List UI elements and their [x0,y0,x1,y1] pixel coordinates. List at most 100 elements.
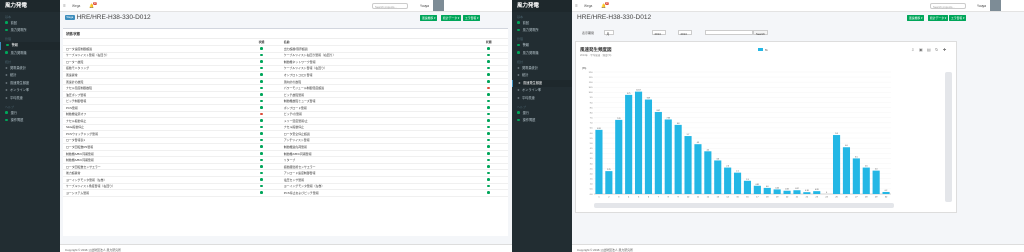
data-label: 3.5 [855,156,858,158]
status-indicator-icon [487,93,491,96]
list-icon: ≡ [5,73,8,77]
bar [842,147,851,194]
sidebar-item-issues[interactable]: 操作問題 [512,117,572,125]
status-indicator-icon [260,99,263,103]
bar [852,158,860,194]
y-tick-label: 5.0 [590,143,594,145]
sidebar-item-windfarm[interactable]: 風力発電所 [512,27,572,35]
status-indicator-icon [487,191,491,194]
chart-title: 風速発生頻度図 [580,46,612,53]
search-input[interactable]: Search projects... [930,3,966,9]
y-tick-label: 10.0 [589,92,594,94]
wind-trend-button[interactable]: 風速推移 ▾ [420,15,438,21]
page-title: HRE/HRE-H38-330-D012 [577,14,651,22]
status-dot-icon [517,111,520,114]
y-tick-label: 10.5 [589,87,594,89]
status-indicator-icon [260,145,263,149]
user-name[interactable]: Yuuya [420,4,429,8]
date-input[interactable] [705,30,753,35]
bar [743,180,752,194]
sidebar-section-basic: 基本 [517,14,524,19]
data-label: 0.81 [756,184,760,186]
x-tick-label: 9 [678,197,680,199]
sidebar-item-operation[interactable]: 運行 [0,110,60,118]
sidebar-item-online-rate[interactable]: ≡ オンライン率 [512,87,572,95]
menu-toggle-icon[interactable]: ☰ [575,4,578,8]
sidebar-item-stats[interactable]: ≡ 統計 [0,72,60,80]
avatar[interactable] [433,0,444,11]
month-select[interactable]: 2014 [678,30,692,36]
sidebar-item-wind-frequency[interactable]: ≡ 風速発生頻度 [0,80,60,88]
brand-title: 風力発電 [0,0,60,12]
x-tick-label: 12 [707,197,710,199]
bar [872,170,880,194]
brand-title: 風力発電 [512,0,572,12]
data-label: 0.6 [766,186,769,188]
stats-data-button[interactable]: 統計データ ▾ [441,15,462,21]
search-input[interactable]: Search projects... [372,3,408,9]
sidebar-item-avg-wind[interactable]: ≡ 平均風速 [0,95,60,103]
horizontal-scrollbar[interactable] [594,203,894,208]
sidebar: 風力発電 基本 前回 風力発電所 管理 警報 風力発電機 統計 ≡ 発電量統計 ≡… [0,0,60,252]
sidebar-item-windfarm[interactable]: 風力発電所 [0,27,60,35]
y-tick-label: 4.5 [590,148,594,150]
menu-toggle-icon[interactable]: ☰ [63,4,66,8]
sidebar-item-alarm[interactable]: 警報 [0,42,60,50]
stats-data-button[interactable]: 統計データ ▾ [928,15,949,21]
sidebar-item-issues[interactable]: 操作問題 [0,117,60,125]
user-name[interactable]: Yuuya [977,4,986,8]
table-row: ヨーシステム警報 PCS停止およびピッチ警報 [63,189,508,197]
x-tick-label: 17 [756,197,759,199]
status-dot-icon [517,51,520,54]
data-label: 2.6 [865,166,868,168]
sidebar-section-admin: 管理 [5,37,12,41]
sidebar-item-turbine[interactable]: 風力発電機 [512,50,572,58]
x-tick-label: 20 [786,197,789,199]
bar [724,167,732,194]
status-indicator-icon [260,171,263,175]
project-menu[interactable]: Wega [584,4,592,8]
sidebar-item-turbine[interactable]: 風力発電機 [0,50,60,58]
project-menu[interactable]: Wega [72,4,80,8]
wind-trend-button[interactable]: 風速推移 ▾ [907,15,925,21]
vertical-scrollbar[interactable] [945,72,952,202]
status-indicator-icon [487,112,491,116]
data-label: 2.3 [875,169,878,171]
sidebar-item-operation[interactable]: 運行 [512,110,572,118]
bar [674,124,682,194]
filter-bar [575,26,1020,38]
sidebar-item-stats[interactable]: ≡ 統計 [512,72,572,80]
year-select[interactable]: 2014 [652,30,666,36]
sidebar-item-alarm[interactable]: 警報 [512,42,572,50]
data-label: 6.31 [597,128,601,130]
x-tick-label: 24 [825,197,828,199]
sidebar-item-previous[interactable]: 前回 [512,20,572,28]
y-tick-label: 9.0 [590,102,594,104]
x-tick-label: 15 [736,197,739,199]
sidebar-item-online-rate[interactable]: ≡ オンライン率 [0,87,60,95]
data-label: 5.7 [687,134,690,136]
sidebar-item-power-stats[interactable]: ≡ 発電量統計 [512,65,572,73]
list-icon: ≡ [5,88,8,92]
bar [793,190,801,194]
unit-select[interactable]: 月 [604,30,614,36]
sidebar-item-power-stats[interactable]: ≡ 発電量統計 [0,65,60,73]
status-dot-icon [517,43,520,47]
status-indicator-icon [260,191,263,194]
search-button[interactable]: Search [753,30,768,36]
x-tick-label: 16 [746,197,749,199]
x-tick-label: 3 [618,197,620,199]
y-tick-label: 9.5 [590,97,594,99]
notification-badge: 13 [93,1,98,5]
data-label: 9.29 [647,98,651,100]
sidebar-item-avg-wind[interactable]: ≡ 平均風速 [512,95,572,103]
status-indicator-icon [260,86,263,90]
legend-swatch [758,48,763,51]
data-label: 0.28 [815,189,819,191]
avatar[interactable] [990,0,1001,11]
sidebar-item-previous[interactable]: 前回 [0,20,60,28]
error-alarm-button[interactable]: エラ警報 ▾ [949,15,967,21]
sidebar-item-wind-frequency[interactable]: ≡ 風速発生頻度 [512,79,572,87]
error-alarm-button[interactable]: エラ警報 ▾ [463,15,481,21]
x-tick-label: 26 [845,197,848,199]
